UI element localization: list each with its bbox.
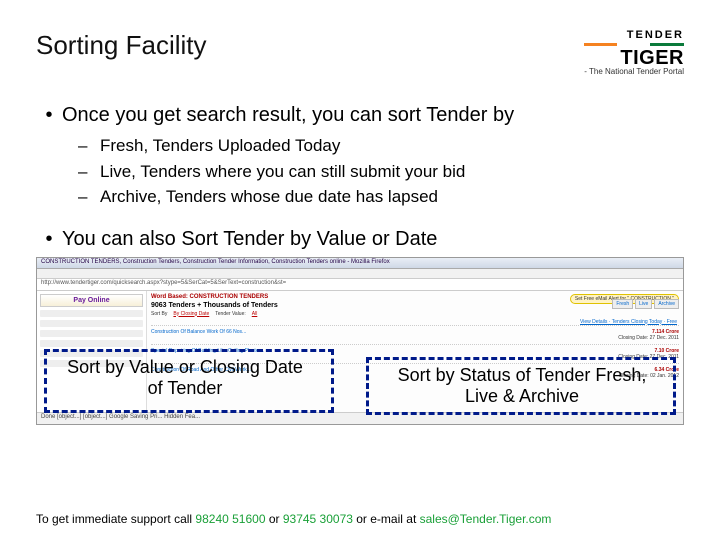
dash-icon: – xyxy=(78,133,100,159)
tender-title: Construction Of Road And Other Civil Wor… xyxy=(151,367,251,373)
pay-online-button[interactable]: Pay Online xyxy=(40,294,143,307)
logo: TENDER TIGER - The National Tender Porta… xyxy=(584,30,684,76)
due-label: Closing Date: xyxy=(618,354,648,360)
tender-row[interactable]: Construction Of Balance Work Of 66 Nos..… xyxy=(151,325,679,344)
tender-title: Special Repairing Of Building Like Ceili… xyxy=(151,348,264,354)
sort-by-value[interactable]: By Closing Date xyxy=(173,311,209,317)
sub-bullet-text: Live, Tenders where you can still submit… xyxy=(100,159,465,185)
window-titlebar: CONSTRUCTION TENDERS, Construction Tende… xyxy=(37,258,683,269)
tender-row[interactable]: Special Repairing Of Building Like Ceili… xyxy=(151,344,679,363)
sidebar-item[interactable] xyxy=(40,360,143,367)
footer-prefix: To get immediate support call xyxy=(36,512,195,526)
sub-bullet: – Live, Tenders where you can still subm… xyxy=(78,159,684,185)
logo-mid: TIGER xyxy=(584,48,684,68)
bullet-1: • Once you get search result, you can so… xyxy=(36,104,684,127)
browser-screenshot: CONSTRUCTION TENDERS, Construction Tende… xyxy=(36,257,684,425)
footer-mid2: or e-mail at xyxy=(353,512,420,526)
sub-bullet-text: Fresh, Tenders Uploaded Today xyxy=(100,133,340,159)
tab-live[interactable]: Live xyxy=(635,299,652,309)
sidebar-item[interactable] xyxy=(40,350,143,357)
tender-value-value[interactable]: All xyxy=(252,311,258,317)
results-area: Set Free eMail Alert for " CONSTRUCTION … xyxy=(147,291,683,412)
closing-today-link[interactable]: View Details · Tenders Closing Today · F… xyxy=(580,319,677,325)
sort-by-label: Sort By xyxy=(151,311,167,317)
sidebar-item[interactable] xyxy=(40,340,143,347)
tender-value-label: Tender Value: xyxy=(215,311,245,317)
support-phone-1: 98240 51600 xyxy=(195,512,265,526)
support-email: sales@Tender.Tiger.com xyxy=(420,512,552,526)
logo-sub: - The National Tender Portal xyxy=(584,68,684,76)
logo-top: TENDER xyxy=(584,30,684,41)
bullet-1-text: Once you get search result, you can sort… xyxy=(62,104,514,127)
tender-due: 27 Dec. 2011 xyxy=(650,354,679,360)
tender-due: 02 Jan. 2012 xyxy=(650,373,679,379)
status-tabs: Fresh Live Archive xyxy=(612,299,679,309)
browser-toolbar xyxy=(37,269,683,279)
dash-icon: – xyxy=(78,159,100,185)
page-title: Sorting Facility xyxy=(36,30,207,61)
bullet-dot-icon: • xyxy=(36,228,62,251)
footer-mid: or xyxy=(266,512,283,526)
left-sidebar: Pay Online xyxy=(37,291,147,412)
logo-stripe-icon xyxy=(584,43,684,46)
statusbar: Done [object...] [object...] Google Savi… xyxy=(37,412,683,424)
sidebar-item[interactable] xyxy=(40,310,143,317)
sidebar-item[interactable] xyxy=(40,320,143,327)
sidebar-item[interactable] xyxy=(40,330,143,337)
sub-bullet: – Fresh, Tenders Uploaded Today xyxy=(78,133,684,159)
due-label: Closing Date: xyxy=(618,335,648,341)
sort-filters: Sort By By Closing Date Tender Value: Al… xyxy=(151,311,679,317)
dash-icon: – xyxy=(78,184,100,210)
tender-due: 27 Dec. 2011 xyxy=(650,335,679,341)
bullet-2: • You can also Sort Tender by Value or D… xyxy=(36,228,684,251)
tender-title: Construction Of Balance Work Of 66 Nos..… xyxy=(151,329,246,335)
sub-bullet-text: Archive, Tenders whose due date has laps… xyxy=(100,184,438,210)
tab-archive[interactable]: Archive xyxy=(654,299,679,309)
support-footer: To get immediate support call 98240 5160… xyxy=(36,512,551,526)
tender-row[interactable]: Construction Of Road And Other Civil Wor… xyxy=(151,363,679,382)
due-label: Closing Date: xyxy=(619,373,649,379)
sub-bullet: – Archive, Tenders whose due date has la… xyxy=(78,184,684,210)
tab-fresh[interactable]: Fresh xyxy=(612,299,633,309)
bullet-dot-icon: • xyxy=(36,104,62,127)
support-phone-2: 93745 30073 xyxy=(283,512,353,526)
bullet-2-text: You can also Sort Tender by Value or Dat… xyxy=(62,228,437,251)
address-bar[interactable]: http://www.tendertiger.com/quicksearch.a… xyxy=(37,279,683,291)
